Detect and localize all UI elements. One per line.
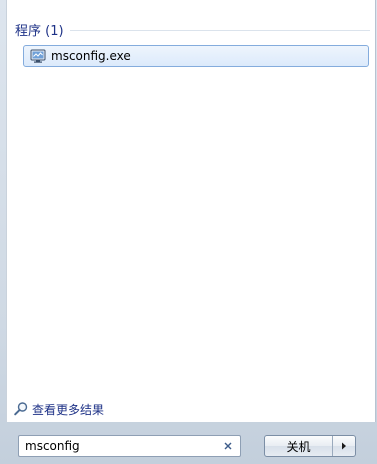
result-item-label: msconfig.exe [51,49,131,63]
see-more-label: 查看更多结果 [32,402,105,417]
group-title: 程序 (1) [15,23,64,39]
close-icon [224,442,232,450]
shutdown-button[interactable]: 关机 [265,436,333,456]
search-icon [13,401,29,417]
shutdown-button-group: 关机 [264,435,356,457]
results-group-header: 程序 (1) [15,20,370,39]
result-item-msconfig[interactable]: msconfig.exe [23,45,369,67]
see-more-results-link[interactable]: 查看更多结果 [13,400,104,418]
group-divider [69,29,370,31]
shutdown-options-button[interactable] [333,436,355,456]
start-menu: 程序 (1) msconfig.exe 查看更多结果 msconfig 关机 [0,0,377,464]
search-input[interactable] [19,436,219,456]
search-box [18,435,241,457]
clear-search-button[interactable] [219,437,237,455]
chevron-right-icon [342,442,346,450]
msconfig-icon [30,48,46,64]
search-results-pane: 程序 (1) msconfig.exe [6,0,376,422]
